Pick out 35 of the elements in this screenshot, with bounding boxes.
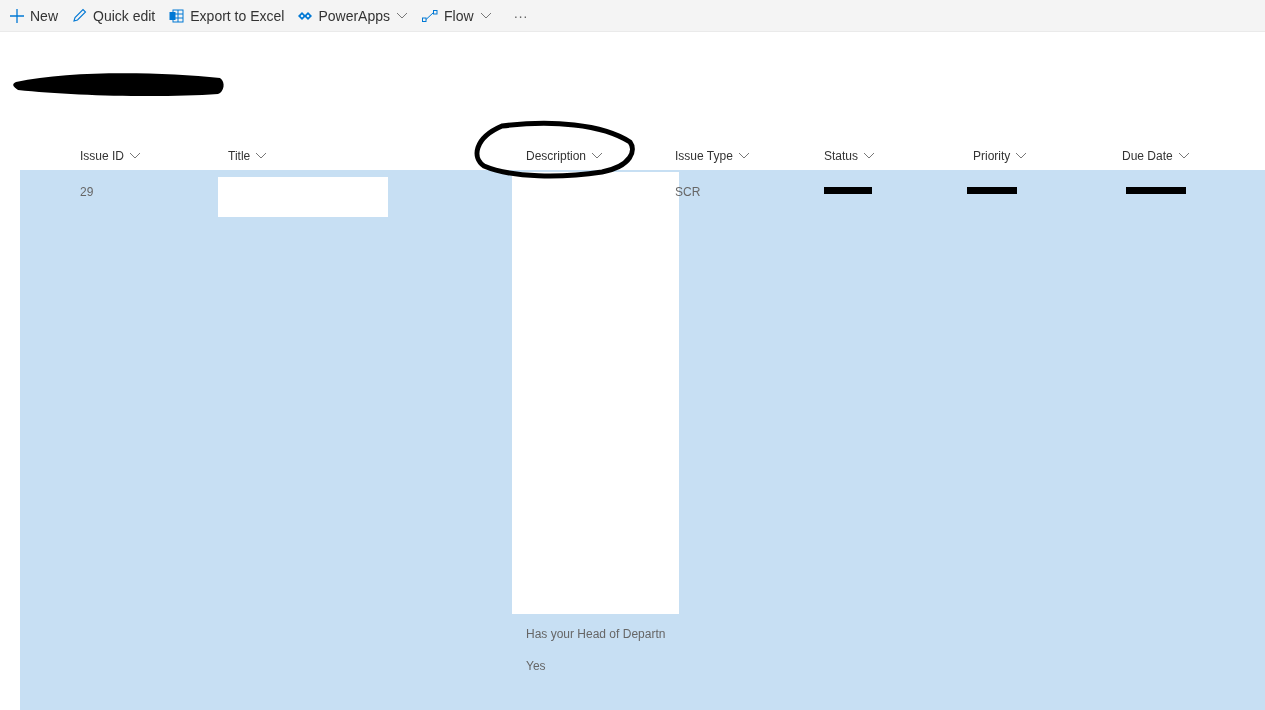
diamonds-icon: [298, 10, 313, 21]
column-header[interactable]: Status: [824, 142, 973, 170]
caret-icon: [1177, 152, 1190, 160]
redaction-bar: [967, 187, 1017, 194]
connector-icon: [422, 9, 438, 22]
cell-text: Has your Head of Departn: [526, 627, 666, 641]
pencil-icon: [72, 8, 87, 23]
plus-icon: [10, 8, 24, 23]
toolbar-button[interactable]: New: [10, 5, 58, 26]
caret-icon: [1015, 152, 1028, 160]
toolbar-button[interactable]: PowerApps: [298, 5, 408, 26]
column-header[interactable]: Title: [228, 142, 526, 170]
toolbar-button[interactable]: Flow: [422, 5, 492, 26]
caret-icon: [737, 152, 750, 160]
caret-icon: [396, 11, 408, 20]
caret-icon: [255, 152, 268, 160]
table-cell: SCR: [675, 185, 701, 199]
caret-icon: [863, 152, 876, 160]
redaction-bar: [824, 187, 872, 194]
more-button[interactable]: ···: [513, 5, 528, 26]
table-cell: 29: [80, 185, 94, 199]
column-header[interactable]: Due Date: [1122, 142, 1265, 170]
table-row[interactable]: 29 Has your Head of Departn Yes SCR: [20, 170, 1265, 710]
column-header[interactable]: Description: [526, 142, 675, 170]
column-header[interactable]: Issue Type: [675, 142, 824, 170]
column-header[interactable]: Issue ID: [80, 142, 228, 170]
spreadsheet-icon: [169, 8, 185, 23]
column-header[interactable]: Priority: [973, 142, 1122, 170]
toolbar-button[interactable]: Export to Excel: [169, 5, 285, 26]
caret-icon: [129, 152, 141, 160]
redaction-bar: [1126, 187, 1186, 194]
toolbar-button[interactable]: Quick edit: [72, 5, 156, 26]
cell-text: Yes: [526, 659, 546, 673]
caret-icon: [591, 152, 604, 160]
caret-icon: [479, 11, 492, 20]
